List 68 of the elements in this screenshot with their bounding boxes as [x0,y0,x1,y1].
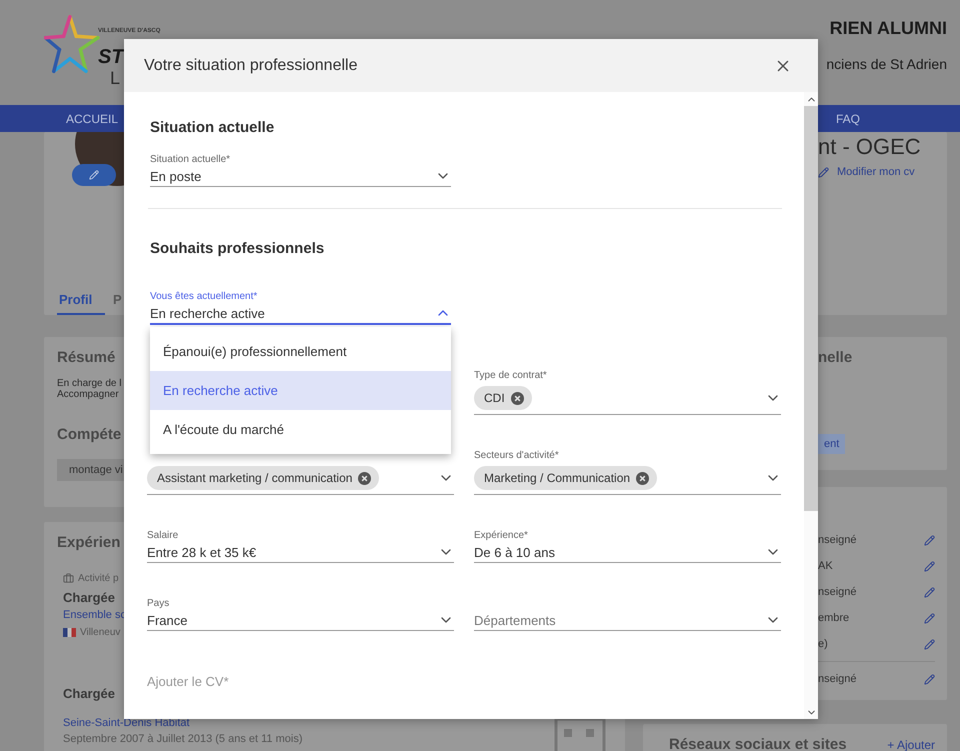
pencil-icon [89,170,99,180]
info-text: embre [818,612,850,624]
dropdown-option[interactable]: En recherche active [150,371,451,410]
summary-text: Accompagner [57,389,119,400]
profile-title: nt - OGEC [818,134,921,160]
field-label: Situation actuelle* [150,154,230,166]
close-icon[interactable] [636,472,650,484]
tag-chip[interactable]: CDI [474,386,532,410]
star-logo-icon [44,14,100,74]
category-label: Activité p [78,573,119,584]
select-field[interactable]: Entre 28 k et 35 k€ [147,542,454,563]
card-heading: nelle [818,349,852,366]
info-text: nseigné [818,586,857,598]
dropdown-option[interactable]: A l'écoute du marché [150,410,451,449]
scrollbar[interactable] [804,92,818,719]
building-icon [554,717,606,751]
field-label: Vous êtes actuellement* [150,291,258,303]
summary-text: En charge de l [57,378,122,389]
nav-link[interactable]: FAQ [836,112,860,126]
section-heading: Situation actuelle [150,119,276,136]
select-field[interactable]: Marketing / Communication [474,462,781,495]
job-title: Chargée [63,590,116,605]
card-heading: Expérien [57,534,120,551]
flag-icon [63,628,76,637]
briefcase-icon [63,573,74,584]
field-label: Expérience* [474,530,528,542]
pencil-icon[interactable] [924,586,935,598]
edit-button[interactable] [72,164,116,186]
select-field[interactable]: Assistant marketing / communication [147,462,454,495]
logo-name: ST [98,46,124,68]
field-label: Type de contrat* [474,370,547,382]
info-text: e) [818,638,828,650]
dropdown-option[interactable]: Épanoui(e) professionnellement [150,332,451,371]
pencil-icon[interactable] [924,612,935,624]
pencil-icon [818,166,829,178]
tag-chip[interactable]: Marketing / Communication [474,466,658,490]
select-field[interactable]: En poste [150,166,451,187]
info-text: nseigné [818,534,857,546]
location-text: Villeneuv [80,627,120,638]
close-icon[interactable] [358,472,372,484]
field-label: Pays [147,598,170,610]
select-field[interactable]: De 6 à 10 ans [474,542,781,563]
info-text: nseigné [818,673,857,685]
close-icon[interactable] [510,392,524,404]
dialog-title: Votre situation professionnelle [144,56,358,74]
site-title: RIEN ALUMNI [830,18,947,38]
card-heading: Compéte [57,426,122,443]
field-label: Salaire [147,530,178,542]
select-field[interactable]: CDI [474,382,781,415]
card-heading: Réseaux sociaux et sites [669,736,847,751]
job-title: Chargée [63,686,116,701]
select-field[interactable]: France [147,610,454,631]
pencil-icon[interactable] [924,638,935,650]
section-heading: Souhaits professionnels [150,240,326,257]
logo-subtitle: L [110,68,120,88]
site-subtitle: nciens de St Adrien [826,56,947,72]
select-field[interactable]: Départements [474,610,781,631]
pencil-icon[interactable] [924,534,935,546]
card-heading: Résumé [57,349,116,366]
select-field[interactable]: En recherche active [150,303,451,325]
tag-chip[interactable]: Assistant marketing / communication [147,466,380,490]
info-text: AK [818,560,833,572]
nav-link[interactable]: ACCUEIL [66,112,118,126]
pencil-icon[interactable] [924,560,935,572]
pencil-icon[interactable] [924,674,935,684]
field-label: Secteurs d'activité* [474,450,559,462]
dates-text: Septembre 2007 à Juillet 2013 (5 ans et 11 mois) [63,733,302,745]
status-tag: ent [818,434,846,454]
